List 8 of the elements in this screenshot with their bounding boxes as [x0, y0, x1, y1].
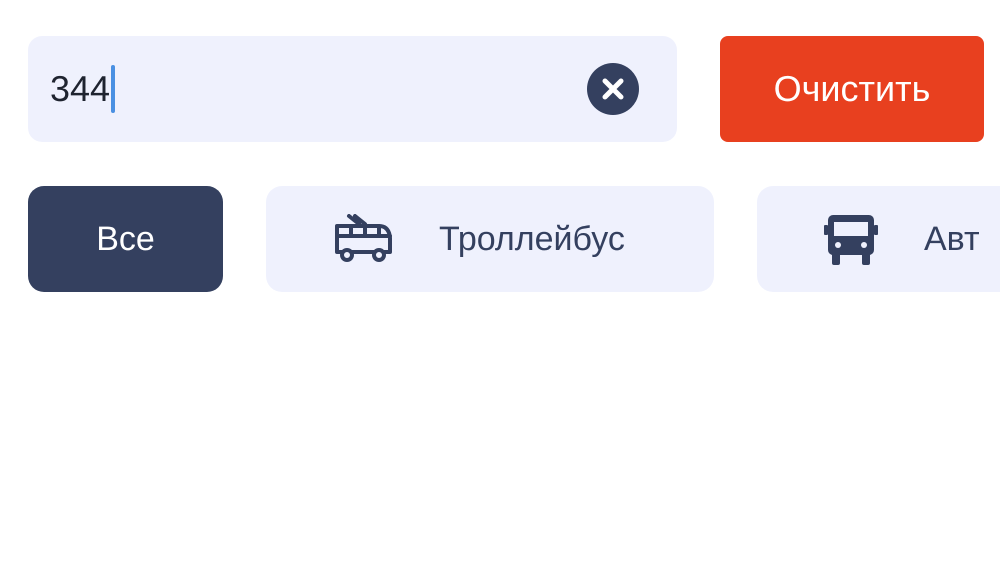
filter-chip[interactable]: Все [28, 186, 223, 292]
filter-chip[interactable]: Троллейбус [266, 186, 714, 292]
bus-icon [824, 213, 878, 265]
search-field[interactable]: 344 [28, 36, 677, 142]
filter-chip[interactable]: Авт [757, 186, 1000, 292]
clear-icon[interactable] [587, 63, 639, 115]
clear-button[interactable]: Очистить [720, 36, 984, 142]
trolleybus-icon [333, 214, 393, 264]
